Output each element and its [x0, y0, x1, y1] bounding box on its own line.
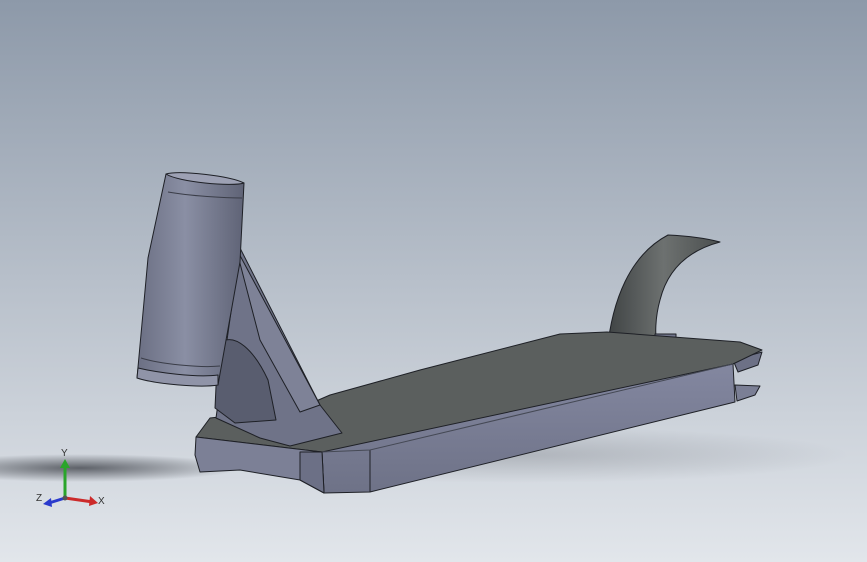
triad-y-label: Y — [61, 448, 68, 459]
triad-x-label: X — [98, 496, 105, 507]
graphics-viewport[interactable]: X Y Z — [0, 0, 867, 562]
triad-origin — [62, 495, 68, 501]
triad-z-label: Z — [36, 493, 42, 504]
model-view[interactable]: X Y Z — [0, 0, 867, 562]
